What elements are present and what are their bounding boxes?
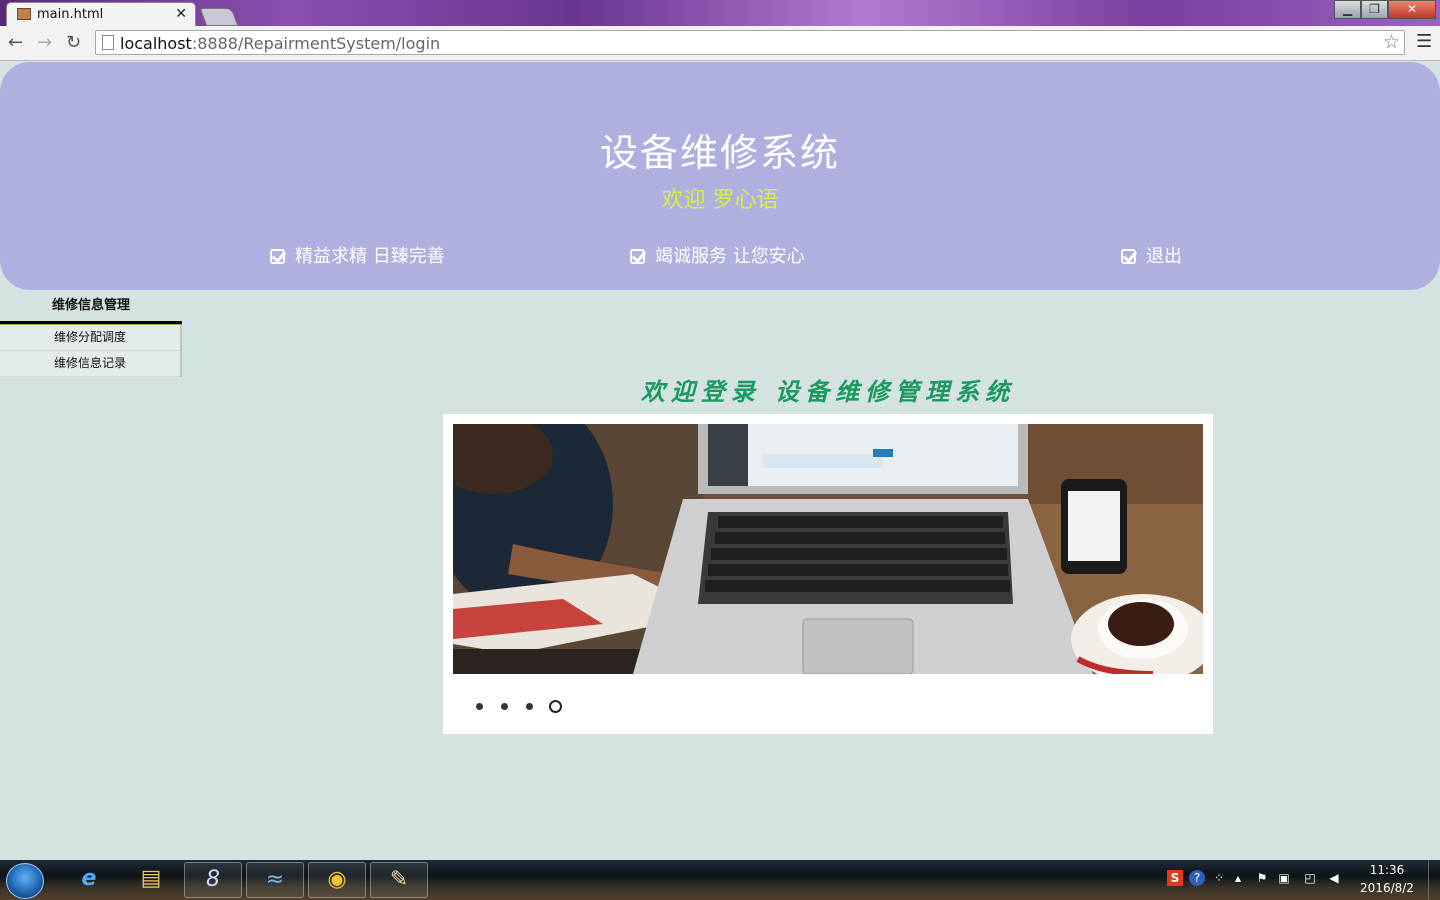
tab-close-icon[interactable]: ✕ xyxy=(175,6,187,22)
page-icon xyxy=(102,35,114,50)
checkbox-icon xyxy=(270,249,285,264)
network-icon[interactable]: ◰ xyxy=(1302,870,1318,886)
slider-dot[interactable] xyxy=(476,703,483,710)
slide-image xyxy=(453,424,1203,674)
os-taskbar: e ▤ 8 ≈ ◉ ✎ S ? ⁘ ▴ ⚑ ▣ ◰ ◀ 11:36 2016/8… xyxy=(0,860,1440,900)
mysql-taskbar-button[interactable]: ≈ xyxy=(246,862,304,898)
url-path: :8888/RepairmentSystem/login xyxy=(191,34,441,53)
bookmark-star-icon[interactable]: ☆ xyxy=(1383,31,1400,53)
window-maximize-button[interactable]: ❐ xyxy=(1361,0,1388,19)
forward-arrow-icon[interactable]: → xyxy=(37,32,52,53)
window-minimize-button[interactable]: ▁ xyxy=(1334,0,1361,19)
paint-palette-icon: ✎ xyxy=(389,867,409,892)
image-slider xyxy=(443,414,1213,734)
chrome-taskbar-button[interactable]: ◉ xyxy=(308,862,366,898)
header-link-label: 精益求精 日臻完善 xyxy=(295,246,445,267)
device-icon[interactable]: ▣ xyxy=(1276,870,1292,886)
sidebar-title[interactable]: 维修信息管理 xyxy=(0,292,182,321)
slider-dot-active[interactable] xyxy=(549,700,562,713)
browser-title-bar: main.html ✕ ▁ ❐ ✕ xyxy=(0,0,1440,26)
back-arrow-icon[interactable]: ← xyxy=(8,32,23,53)
sidebar: 维修信息管理 维修分配调度 维修信息记录 xyxy=(0,292,182,377)
laptop-desk-photo xyxy=(453,424,1203,674)
browser-tab[interactable]: main.html ✕ xyxy=(6,2,196,26)
app-8-icon: 8 xyxy=(206,867,220,892)
url-host: localhost xyxy=(120,34,192,53)
file-explorer-taskbar-button[interactable]: ▤ xyxy=(122,862,180,898)
clock-time[interactable]: 11:36 xyxy=(1362,863,1412,877)
input-method-icon[interactable]: ⁘ xyxy=(1211,870,1227,886)
slider-dot[interactable] xyxy=(501,703,508,710)
volume-muted-icon[interactable]: ◀ xyxy=(1326,870,1342,886)
eclipse-taskbar-button[interactable]: 8 xyxy=(184,862,242,898)
action-center-flag-icon[interactable]: ⚑ xyxy=(1254,870,1270,886)
paint-taskbar-button[interactable]: ✎ xyxy=(370,862,428,898)
address-bar[interactable]: localhost:8888/RepairmentSystem/login ☆ xyxy=(95,30,1405,55)
internet-explorer-icon: e xyxy=(81,866,97,891)
chrome-icon: ◉ xyxy=(327,867,347,892)
welcome-text: 欢迎 罗心语 xyxy=(661,188,779,213)
clock-date[interactable]: 2016/8/2 xyxy=(1352,881,1422,895)
show-desktop-button[interactable] xyxy=(1428,860,1440,900)
help-icon[interactable]: ? xyxy=(1189,870,1205,886)
page-favicon-icon xyxy=(17,8,31,20)
dolphin-icon: ≈ xyxy=(265,867,285,892)
slider-dot[interactable] xyxy=(526,703,533,710)
sidebar-item-dispatch[interactable]: 维修分配调度 xyxy=(0,325,180,351)
checkbox-icon xyxy=(630,249,645,264)
sidebar-menu: 维修分配调度 维修信息记录 xyxy=(0,325,182,377)
internet-explorer-taskbar-button[interactable]: e xyxy=(60,862,118,898)
new-tab-button[interactable] xyxy=(199,8,239,26)
logout-link[interactable]: 退出 xyxy=(1121,242,1182,268)
browser-menu-icon[interactable]: ☰ xyxy=(1416,31,1432,52)
reload-icon[interactable]: ↻ xyxy=(66,32,81,53)
browser-toolbar: ← → ↻ localhost:8888/RepairmentSystem/lo… xyxy=(0,26,1440,61)
header-link-service[interactable]: 竭诚服务 让您安心 xyxy=(630,242,805,268)
sogou-input-icon[interactable]: S xyxy=(1167,870,1183,886)
header-link-label: 竭诚服务 让您安心 xyxy=(655,246,805,267)
system-tray: S ? ⁘ ▴ ⚑ ▣ ◰ ◀ xyxy=(1160,860,1360,900)
window-close-button[interactable]: ✕ xyxy=(1388,0,1436,19)
checkbox-icon xyxy=(1121,249,1136,264)
site-header: 设备维修系统 欢迎 罗心语 精益求精 日臻完善 竭诚服务 让您安心 退出 xyxy=(0,62,1440,290)
start-button[interactable] xyxy=(6,863,44,899)
main-heading: 欢迎登录 设备维修管理系统 xyxy=(640,377,1016,406)
header-link-label: 退出 xyxy=(1146,246,1182,267)
sidebar-item-records[interactable]: 维修信息记录 xyxy=(0,351,180,377)
address-url[interactable]: localhost:8888/RepairmentSystem/login xyxy=(120,34,440,53)
folder-icon: ▤ xyxy=(140,866,162,891)
page-title: 设备维修系统 xyxy=(599,131,840,175)
tab-title: main.html xyxy=(37,7,104,22)
header-link-excellence[interactable]: 精益求精 日臻完善 xyxy=(270,242,445,268)
show-hidden-icons-icon[interactable]: ▴ xyxy=(1230,870,1246,886)
